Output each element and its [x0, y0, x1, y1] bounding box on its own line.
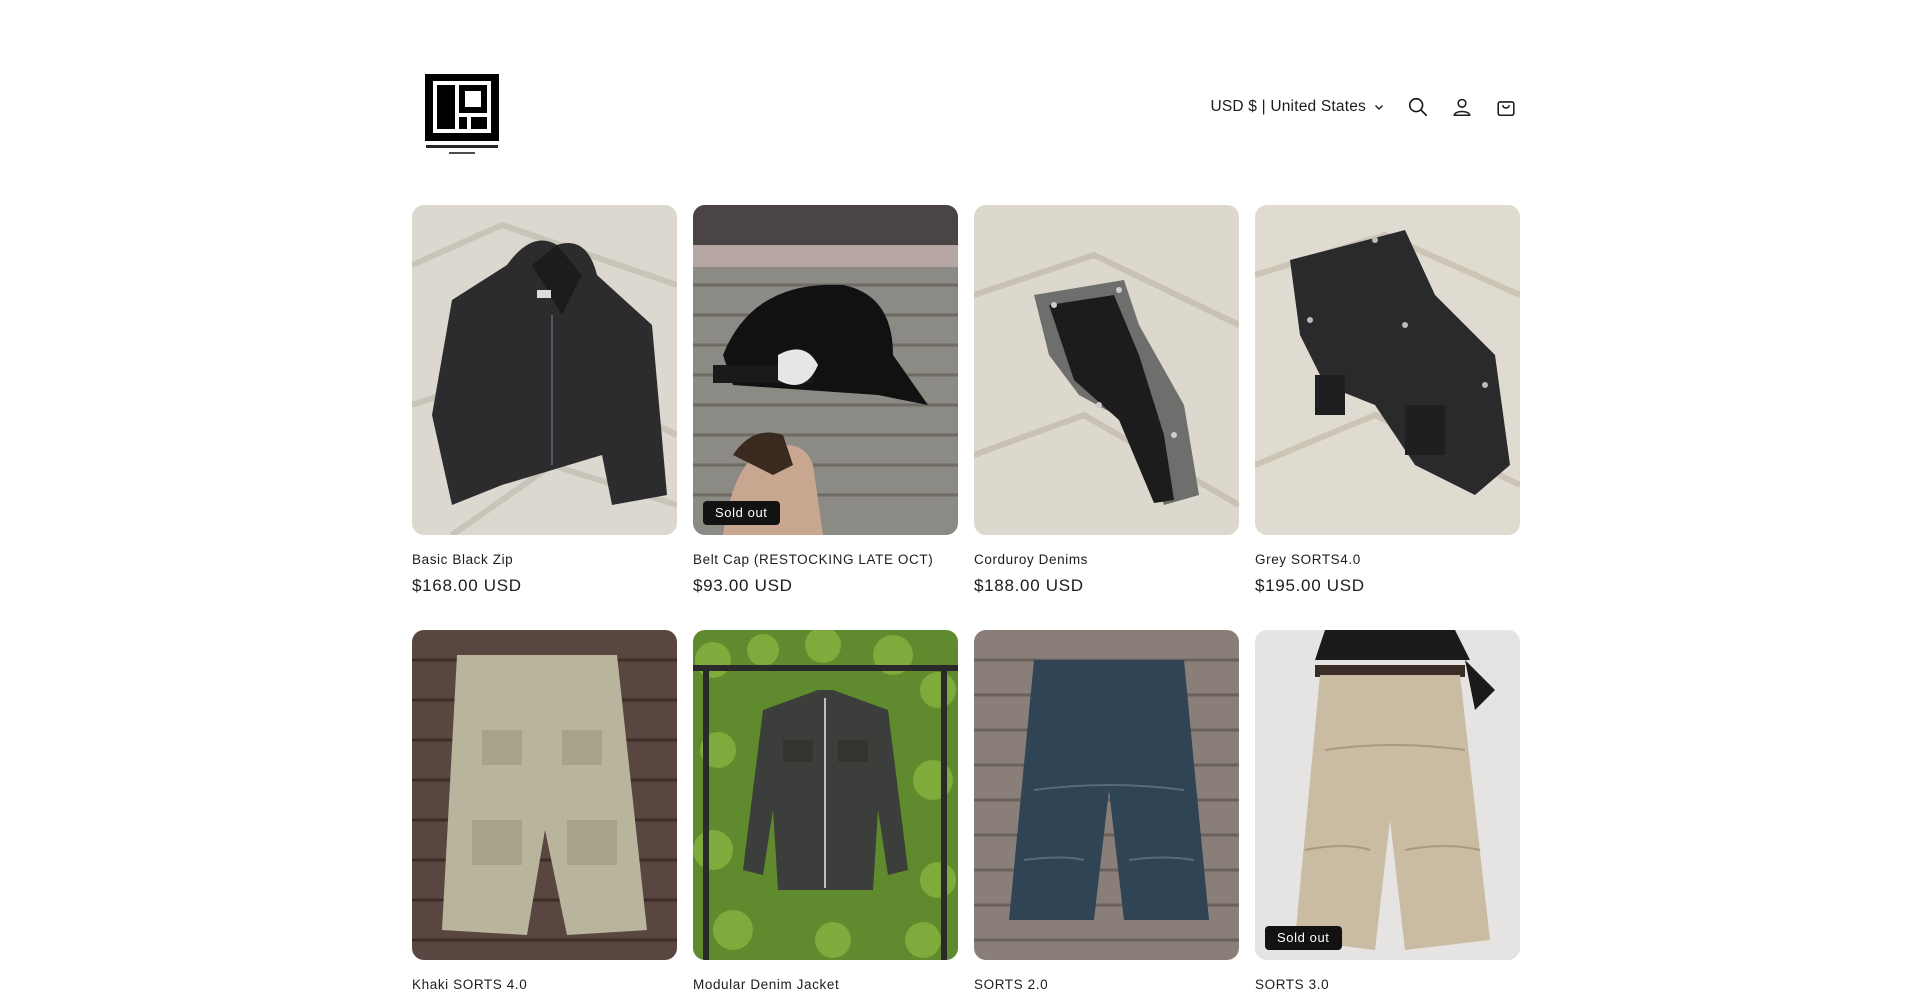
product-image[interactable] — [412, 205, 677, 535]
product-title[interactable]: Belt Cap (RESTOCKING LATE OCT) — [693, 552, 958, 567]
sold-out-badge: Sold out — [1265, 926, 1342, 950]
account-icon[interactable] — [1448, 93, 1476, 121]
product-title[interactable]: SORTS 3.0 — [1255, 977, 1520, 992]
product-title[interactable]: Khaki SORTS 4.0 — [412, 977, 677, 992]
product-card[interactable]: Sold out SORTS 3.0 — [1255, 630, 1520, 992]
locale-label: USD $ | United States — [1210, 98, 1366, 115]
product-price: $195.00 USD — [1255, 576, 1365, 595]
product-card[interactable]: Grey SORTS4.0 $195.00 USD — [1255, 205, 1520, 596]
search-icon[interactable] — [1404, 93, 1432, 121]
product-title[interactable]: Grey SORTS4.0 — [1255, 552, 1520, 567]
product-title[interactable]: SORTS 2.0 — [974, 977, 1239, 992]
product-image[interactable] — [974, 630, 1239, 960]
product-image[interactable] — [1255, 205, 1520, 535]
product-card[interactable]: Corduroy Denims $188.00 USD — [974, 205, 1239, 596]
product-card[interactable]: SORTS 2.0 — [974, 630, 1239, 992]
cart-icon[interactable] — [1492, 93, 1520, 121]
product-price: $168.00 USD — [412, 576, 522, 595]
product-image[interactable]: Sold out — [1255, 630, 1520, 960]
product-title[interactable]: Modular Denim Jacket — [693, 977, 958, 992]
sold-out-badge: Sold out — [703, 501, 780, 525]
product-title[interactable]: Basic Black Zip — [412, 552, 677, 567]
product-image[interactable] — [974, 205, 1239, 535]
product-image[interactable]: Sold out — [693, 205, 958, 535]
product-card[interactable]: Khaki SORTS 4.0 — [412, 630, 677, 992]
site-header: USD $ | United States — [412, 64, 1520, 164]
product-title[interactable]: Corduroy Denims — [974, 552, 1239, 567]
product-price: $93.00 USD — [693, 576, 793, 595]
product-card[interactable]: Modular Denim Jacket — [693, 630, 958, 992]
header-utilities: USD $ | United States — [1210, 92, 1520, 122]
product-image[interactable] — [412, 630, 677, 960]
product-card[interactable]: Sold out Belt Cap (RESTOCKING LATE OCT) … — [693, 205, 958, 596]
logo-mark — [425, 74, 499, 154]
chevron-down-icon — [1374, 102, 1384, 112]
product-image[interactable] — [693, 630, 958, 960]
product-card[interactable]: Basic Black Zip $168.00 USD — [412, 205, 677, 596]
product-grid: Basic Black Zip $168.00 USD Sold out Bel… — [412, 205, 1520, 992]
store-logo[interactable] — [423, 72, 501, 160]
product-price: $188.00 USD — [974, 576, 1084, 595]
country-currency-selector[interactable]: USD $ | United States — [1210, 98, 1384, 116]
